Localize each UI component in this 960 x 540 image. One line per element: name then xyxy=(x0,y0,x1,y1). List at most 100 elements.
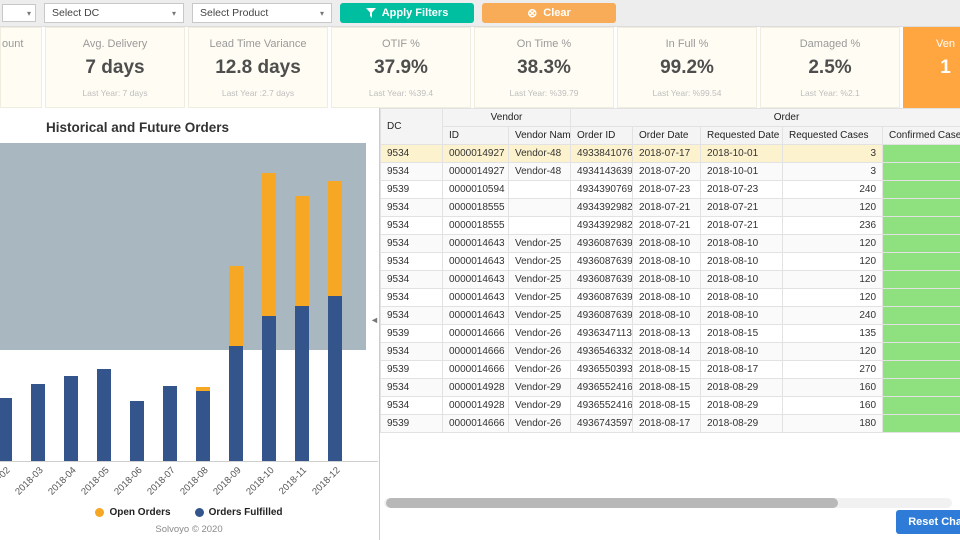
col-header-id[interactable]: ID xyxy=(443,127,509,145)
cell: 3 xyxy=(783,163,883,181)
col-header-order-date[interactable]: Order Date xyxy=(633,127,701,145)
horizontal-scrollbar[interactable] xyxy=(384,498,952,508)
cell: 9534 xyxy=(381,397,443,415)
bar-group-2018-10: 2018-10 xyxy=(252,143,285,461)
cell: 4936087639 xyxy=(571,289,633,307)
clear-button[interactable]: ⊗ Clear xyxy=(482,3,616,23)
kpi-title: OTIF % xyxy=(332,38,470,50)
cell: 120 xyxy=(783,343,883,361)
table-row[interactable]: 95340000014643Vendor-2549360876392018-08… xyxy=(381,289,960,307)
table-row[interactable]: 95340000014643Vendor-2549360876392018-08… xyxy=(381,307,960,325)
cell: 2018-08-15 xyxy=(633,379,701,397)
cell: 236 xyxy=(783,217,883,235)
cell: Vendor-26 xyxy=(509,325,571,343)
table-row[interactable]: 95340000014928Vendor-2949365524162018-08… xyxy=(381,379,960,397)
x-axis-label: 2018-07 xyxy=(145,465,177,497)
stacked-bar xyxy=(130,401,144,461)
cell: 4934392982 xyxy=(571,217,633,235)
col-header-requested-date[interactable]: Requested Date xyxy=(701,127,783,145)
legend-item: Orders Fulfilled xyxy=(195,507,283,518)
cell: 2018-08-10 xyxy=(701,289,783,307)
cell: 0000018555 xyxy=(443,217,509,235)
chevron-down-icon: ▾ xyxy=(172,9,176,18)
cell: 2018-08-10 xyxy=(633,289,701,307)
legend-dot-icon xyxy=(95,508,104,517)
cell: 0000010594 xyxy=(443,181,509,199)
orders-table-panel: DCVendorOrderIDVendor NameOrder IDOrder … xyxy=(379,108,960,540)
cell: Vendor-26 xyxy=(509,361,571,379)
table-row[interactable]: 9534000001855549343929822018-07-212018-0… xyxy=(381,217,960,235)
reset-chart-button[interactable]: Reset Cha xyxy=(896,510,960,534)
cell: 4934390769 xyxy=(571,181,633,199)
table-row[interactable]: 95340000014643Vendor-2549360876392018-08… xyxy=(381,235,960,253)
table-row[interactable]: 95340000014927Vendor-4849338410762018-07… xyxy=(381,145,960,163)
open-orders-segment xyxy=(328,181,342,296)
table-row[interactable]: 95390000014666Vendor-2649363471132018-08… xyxy=(381,325,960,343)
stacked-bar xyxy=(328,181,342,461)
cell: 2018-08-10 xyxy=(633,271,701,289)
kpi-title: On Time % xyxy=(475,38,613,50)
cell: 160 xyxy=(783,397,883,415)
cell: 2018-07-20 xyxy=(633,163,701,181)
cell: 2018-08-10 xyxy=(633,235,701,253)
cell: 9539 xyxy=(381,361,443,379)
cell xyxy=(883,217,960,235)
cell: 4936550393 xyxy=(571,361,633,379)
table-row[interactable]: 95340000014927Vendor-4849341436392018-07… xyxy=(381,163,960,181)
bar-group-2018-02: 2018-02 xyxy=(0,143,21,461)
cell: 9534 xyxy=(381,235,443,253)
cell: 0000014666 xyxy=(443,325,509,343)
legend-item: Open Orders xyxy=(95,507,170,518)
cell: 2018-07-21 xyxy=(633,217,701,235)
chart-title: Historical and Future Orders xyxy=(0,108,378,135)
dc-select[interactable]: Select DC ▾ xyxy=(44,3,184,23)
product-select[interactable]: Select Product ▾ xyxy=(192,3,332,23)
cell xyxy=(883,199,960,217)
cell: 9534 xyxy=(381,289,443,307)
kpi-title: In Full % xyxy=(618,38,756,50)
panel-collapse-handle[interactable]: ◄ xyxy=(370,315,379,325)
cell: 4936552416 xyxy=(571,397,633,415)
col-header-order-id[interactable]: Order ID xyxy=(571,127,633,145)
apply-filters-label: Apply Filters xyxy=(382,7,449,19)
table-row[interactable]: 95390000014666Vendor-2649367435972018-08… xyxy=(381,415,960,433)
credit-text: Solvoyo © 2020 xyxy=(0,524,378,535)
col-header-confirmed-cases[interactable]: Confirmed Cases xyxy=(883,127,960,145)
chart-plot: 2018-022018-032018-042018-052018-062018-… xyxy=(0,143,378,462)
orders-fulfilled-segment xyxy=(130,401,144,461)
table-row[interactable]: 95340000014928Vendor-2949365524162018-08… xyxy=(381,397,960,415)
cell: 4936546332 xyxy=(571,343,633,361)
col-header-requested-cases[interactable]: Requested Cases xyxy=(783,127,883,145)
cell: 4936087639 xyxy=(571,253,633,271)
table-row[interactable]: 9534000001855549343929822018-07-212018-0… xyxy=(381,199,960,217)
stacked-bar xyxy=(262,173,276,461)
stacked-bar xyxy=(31,384,45,461)
col-header-vendor-name[interactable]: Vendor Name xyxy=(509,127,571,145)
cell xyxy=(883,397,960,415)
kpi-footnote: Last Year: %99.54 xyxy=(618,88,756,98)
table-row[interactable]: 95340000014666Vendor-2649365463322018-08… xyxy=(381,343,960,361)
table-row[interactable]: 95340000014643Vendor-2549360876392018-08… xyxy=(381,271,960,289)
cell: 4936087639 xyxy=(571,271,633,289)
cell: Vendor-25 xyxy=(509,253,571,271)
scrollbar-thumb[interactable] xyxy=(386,498,838,508)
cell: Vendor-25 xyxy=(509,289,571,307)
cell: 2018-10-01 xyxy=(701,145,783,163)
header-columns-row: IDVendor NameOrder IDOrder DateRequested… xyxy=(381,127,960,145)
table-row[interactable]: 95340000014643Vendor-2549360876392018-08… xyxy=(381,253,960,271)
x-axis-label: 2018-08 xyxy=(178,465,210,497)
cell: 0000014666 xyxy=(443,361,509,379)
table-row[interactable]: 9539000001059449343907692018-07-232018-0… xyxy=(381,181,960,199)
open-orders-segment xyxy=(295,196,309,306)
cell: 4936087639 xyxy=(571,235,633,253)
cell: Vendor-26 xyxy=(509,343,571,361)
cutoff-select[interactable]: ▾ xyxy=(2,4,36,22)
cell: 180 xyxy=(783,415,883,433)
col-header-dc[interactable]: DC xyxy=(381,109,443,145)
table-row[interactable]: 95390000014666Vendor-2649365503932018-08… xyxy=(381,361,960,379)
cell xyxy=(883,289,960,307)
cell: 4934392982 xyxy=(571,199,633,217)
apply-filters-button[interactable]: Apply Filters xyxy=(340,3,474,23)
cell: 240 xyxy=(783,181,883,199)
bar-group-2018-08: 2018-08 xyxy=(186,143,219,461)
